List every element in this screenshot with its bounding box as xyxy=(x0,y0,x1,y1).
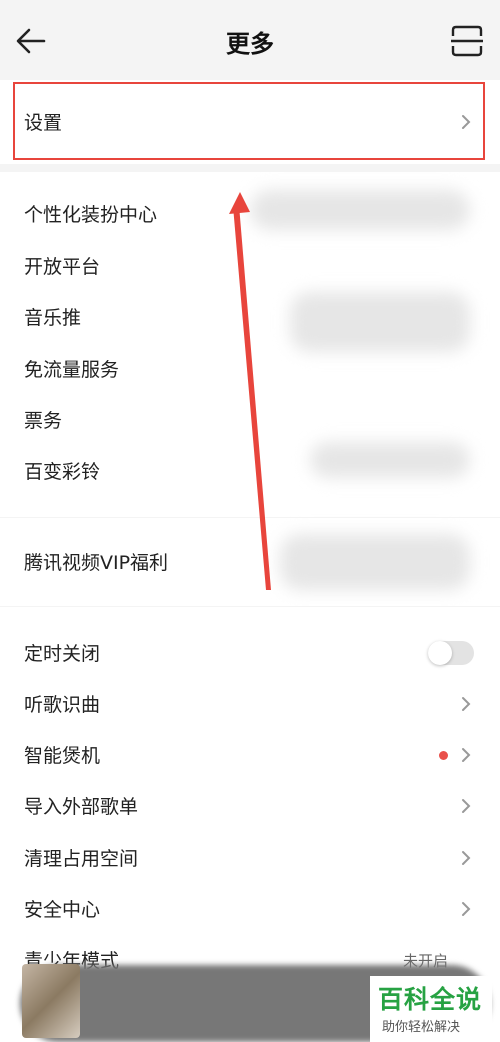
list-item[interactable]: 定时关闭 xyxy=(0,627,500,679)
list-item-label: 免流量服务 xyxy=(24,359,120,381)
list-item[interactable]: 百变彩铃 xyxy=(0,445,500,497)
list-item-label: 安全中心 xyxy=(24,899,101,921)
chevron-right-icon xyxy=(462,748,471,762)
list-item-label: 音乐推 xyxy=(24,307,82,329)
list-item[interactable]: 票务 xyxy=(0,394,500,446)
watermark-subtitle: 助你轻松解决 xyxy=(382,1020,461,1035)
list-item[interactable]: 开放平台 xyxy=(0,240,500,292)
chevron-right-icon xyxy=(462,902,471,916)
list-item-label: 听歌识曲 xyxy=(24,694,101,716)
list-item[interactable]: 听歌识曲 xyxy=(0,678,500,730)
chevron-right-icon xyxy=(462,851,471,865)
album-art[interactable] xyxy=(22,964,80,1038)
list-item-label: 清理占用空间 xyxy=(24,848,139,870)
list-item[interactable]: 音乐推 xyxy=(0,291,500,343)
list-item-label: 个性化装扮中心 xyxy=(24,204,158,226)
page-title: 更多 xyxy=(226,30,274,58)
red-dot-badge xyxy=(439,751,448,760)
list-item[interactable]: 免流量服务 xyxy=(0,343,500,395)
watermark-logo: 百科全说 助你轻松解决 xyxy=(370,976,492,1042)
list-item[interactable]: 个性化装扮中心 xyxy=(0,188,500,240)
watermark-title: 百科全说 xyxy=(378,985,483,1014)
list-item[interactable]: 清理占用空间 xyxy=(0,832,500,884)
scan-icon[interactable] xyxy=(450,24,484,58)
list-item-label: 开放平台 xyxy=(24,256,101,278)
sleep-timer-toggle[interactable] xyxy=(428,641,474,665)
list-item-label: 腾讯视频VIP福利 xyxy=(24,552,169,574)
list-item-label: 智能煲机 xyxy=(24,745,101,767)
list-item-label: 定时关闭 xyxy=(24,643,101,665)
vip-section: 腾讯视频VIP福利 xyxy=(0,518,500,606)
highlight-box xyxy=(13,82,485,160)
chevron-right-icon xyxy=(462,697,471,711)
toggle-knob xyxy=(428,641,452,665)
list-item[interactable]: 腾讯视频VIP福利 xyxy=(0,536,500,588)
services-section: 个性化装扮中心 开放平台 音乐推 免流量服务 票务 百变彩铃 xyxy=(0,172,500,517)
chevron-right-icon xyxy=(462,799,471,813)
list-item-label: 百变彩铃 xyxy=(24,461,101,483)
list-item-label: 导入外部歌单 xyxy=(24,796,139,818)
list-item-label: 票务 xyxy=(24,410,63,432)
list-item[interactable]: 导入外部歌单 xyxy=(0,780,500,832)
list-item[interactable]: 智能煲机 xyxy=(0,729,500,781)
list-item[interactable]: 安全中心 xyxy=(0,883,500,935)
top-bar: 更多 xyxy=(0,0,500,80)
